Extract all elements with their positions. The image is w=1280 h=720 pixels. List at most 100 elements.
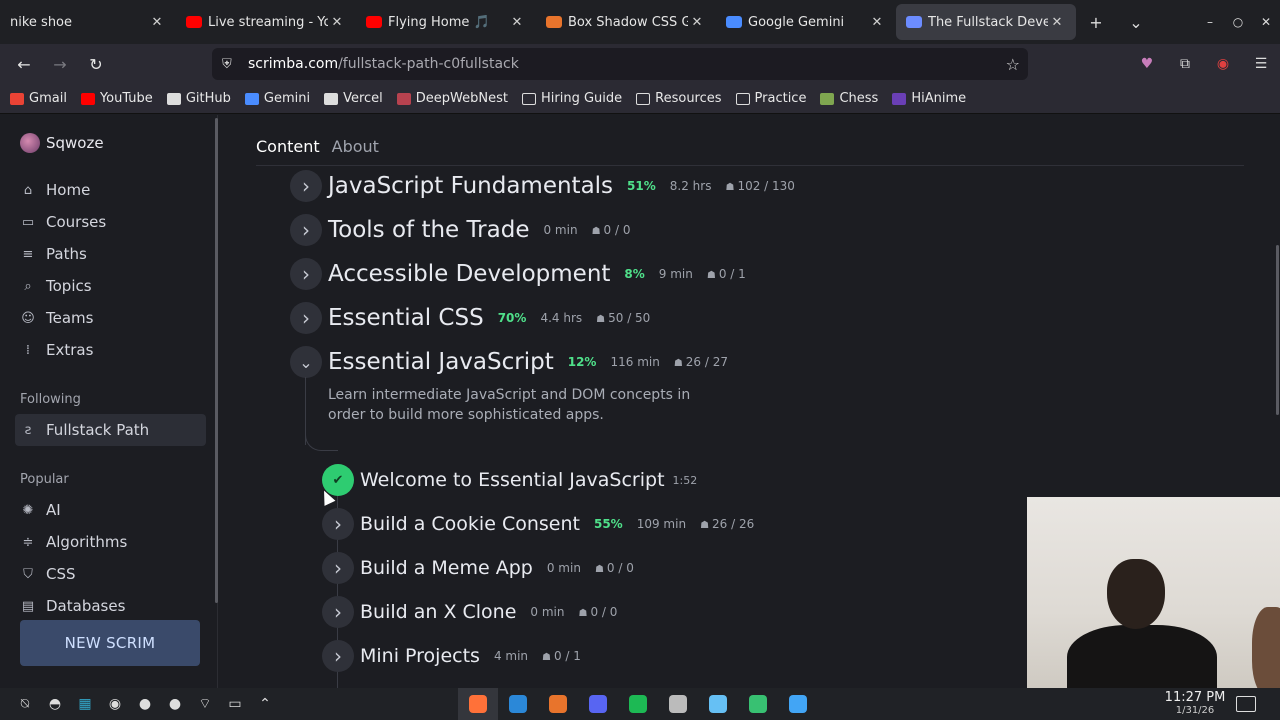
- tab-content[interactable]: Content: [256, 137, 320, 156]
- battery-icon[interactable]: ▭: [220, 696, 250, 712]
- sidebar-item-algorithms[interactable]: ≑ Algorithms: [20, 531, 128, 553]
- chevron-right-icon[interactable]: ›: [322, 596, 354, 628]
- sidebar-item-fullstack-path[interactable]: ƨ Fullstack Path: [20, 419, 150, 441]
- notification-center-icon[interactable]: [1236, 696, 1256, 712]
- new-scrim-button[interactable]: NEW SCRIM: [20, 620, 200, 666]
- chevron-down-icon[interactable]: ⌄: [290, 346, 322, 378]
- challenge-count: 0 / 0: [603, 223, 631, 237]
- browser-tab[interactable]: Box Shadow CSS Ge ✕: [536, 4, 716, 40]
- back-button[interactable]: ←: [6, 48, 42, 80]
- lesson-row[interactable]: › Build an X Clone 0 min ☗ 0 / 0: [322, 596, 617, 628]
- tray-dot-icon[interactable]: ●: [160, 696, 190, 712]
- clock[interactable]: 11:27 PM 1/31/26: [1160, 691, 1230, 717]
- taskbar-app[interactable]: [778, 688, 818, 720]
- url-bar[interactable]: ⛨ scrimba.com/fullstack-path-c0fullstack…: [212, 48, 1028, 80]
- sidebar-item-teams[interactable]: ☺ Teams: [20, 307, 93, 329]
- reload-button[interactable]: ↻: [78, 48, 114, 80]
- extensions-icon[interactable]: ⧉: [1166, 56, 1204, 72]
- ublock-icon[interactable]: ◉: [1204, 56, 1242, 72]
- tray-expand-icon[interactable]: ⌃: [250, 696, 280, 712]
- sidebar-item-topics[interactable]: ⌕ Topics: [20, 275, 91, 297]
- tab-close-icon[interactable]: ✕: [688, 15, 706, 30]
- sidebar-item-home[interactable]: ⌂ Home: [20, 179, 90, 201]
- browser-tab[interactable]: The Fullstack Devel ✕: [896, 4, 1076, 40]
- taskbar-app[interactable]: [458, 688, 498, 720]
- sidebar-item-databases[interactable]: ▤ Databases: [20, 595, 126, 617]
- module-row[interactable]: ⌄ Essential JavaScript 12% 116 min ☗ 26 / 27: [290, 346, 728, 378]
- app-tray-icon[interactable]: ▦: [70, 696, 100, 712]
- lesson-row[interactable]: › Build a Meme App 0 min ☗ 0 / 0: [322, 552, 634, 584]
- lesson-row[interactable]: › Build a Cookie Consent 55% 109 min ☗ 26 / 2…: [322, 508, 754, 540]
- algorithms-icon: ≑: [22, 534, 34, 550]
- sidebar-item-extras[interactable]: ⁞ Extras: [20, 339, 94, 361]
- bookmark-item[interactable]: Chess: [820, 91, 878, 106]
- minimize-icon[interactable]: –: [1196, 15, 1224, 29]
- challenge-icon: ☗: [700, 520, 710, 531]
- taskbar-app[interactable]: [698, 688, 738, 720]
- chevron-right-icon[interactable]: ›: [322, 640, 354, 672]
- module-row[interactable]: › JavaScript Fundamentals 51% 8.2 hrs ☗ 102 /…: [290, 170, 795, 202]
- steam-tray-icon[interactable]: ◉: [100, 696, 130, 712]
- forward-button[interactable]: →: [42, 48, 78, 80]
- tab-close-icon[interactable]: ✕: [328, 15, 346, 30]
- bookmark-item[interactable]: HiAnime: [892, 91, 966, 106]
- chevron-right-icon[interactable]: ›: [290, 214, 322, 246]
- bookmark-item[interactable]: Resources: [636, 91, 722, 106]
- module-row[interactable]: › Accessible Development 8% 9 min ☗ 0 / 1: [290, 258, 746, 290]
- bookmark-item[interactable]: Gmail: [10, 91, 67, 106]
- bookmark-item[interactable]: Vercel: [324, 91, 383, 106]
- extension-avatar-icon[interactable]: ♥: [1128, 56, 1166, 72]
- sidebar-item-paths[interactable]: ≡ Paths: [20, 243, 87, 265]
- bookmark-item[interactable]: Practice: [735, 91, 806, 106]
- tab-close-icon[interactable]: ✕: [1048, 15, 1066, 30]
- wifi-icon[interactable]: ⌔: [190, 695, 220, 713]
- bookmark-star-icon[interactable]: ☆: [1006, 55, 1020, 74]
- taskbar-app[interactable]: [578, 688, 618, 720]
- bookmark-item[interactable]: Gemini: [244, 91, 310, 106]
- chevron-right-icon[interactable]: ›: [290, 258, 322, 290]
- lesson-row[interactable]: › Mini Projects 4 min ☗ 0 / 1: [322, 640, 581, 672]
- bookmark-item[interactable]: GitHub: [166, 91, 231, 106]
- taskbar-app[interactable]: [658, 688, 698, 720]
- tab-list-button[interactable]: ⌄: [1116, 4, 1156, 40]
- browser-tab[interactable]: nike shoe ✕: [0, 4, 176, 40]
- browser-tab[interactable]: Live streaming - You ✕: [176, 4, 356, 40]
- tray-dot-icon[interactable]: ●: [130, 696, 160, 712]
- system-tray-left: ⍉ ◓ ▦ ◉ ● ● ⌔ ▭ ⌃: [10, 695, 280, 713]
- close-window-icon[interactable]: ✕: [1252, 15, 1280, 29]
- sidebar-item-css[interactable]: ⛉ CSS: [20, 563, 75, 585]
- chevron-right-icon[interactable]: ›: [322, 552, 354, 584]
- taskbar-app[interactable]: [738, 688, 778, 720]
- sidebar-item-courses[interactable]: ▭ Courses: [20, 211, 106, 233]
- shield-icon[interactable]: ⛨: [222, 57, 248, 72]
- new-tab-button[interactable]: +: [1076, 4, 1116, 40]
- chevron-right-icon[interactable]: ›: [290, 302, 322, 334]
- taskbar-app[interactable]: [618, 688, 658, 720]
- browser-tab[interactable]: Flying Home 🎵 ✕: [356, 4, 536, 40]
- tab-about[interactable]: About: [332, 137, 379, 156]
- menu-icon[interactable]: ☰: [1242, 56, 1280, 72]
- tab-close-icon[interactable]: ✕: [148, 15, 166, 30]
- module-row[interactable]: › Essential CSS 70% 4.4 hrs ☗ 50 / 50: [290, 302, 650, 334]
- browser-tab[interactable]: Google Gemini ✕: [716, 4, 896, 40]
- maximize-icon[interactable]: ○: [1224, 15, 1252, 29]
- bookmark-label: DeepWebNest: [415, 91, 508, 106]
- taskbar-app[interactable]: [498, 688, 538, 720]
- bookmark-item[interactable]: Hiring Guide: [521, 91, 622, 106]
- bookmark-item[interactable]: DeepWebNest: [396, 91, 508, 106]
- tab-close-icon[interactable]: ✕: [508, 15, 526, 30]
- taskbar-app[interactable]: [538, 688, 578, 720]
- chevron-right-icon[interactable]: ›: [322, 508, 354, 540]
- lesson-row[interactable]: ✔ Welcome to Essential JavaScript 1:52: [322, 464, 697, 496]
- discord-tray-icon[interactable]: ◓: [40, 696, 70, 712]
- sidebar-scrollbar[interactable]: [215, 118, 218, 603]
- sidebar-item-ai[interactable]: ✺ AI: [20, 499, 61, 521]
- tab-close-icon[interactable]: ✕: [868, 15, 886, 30]
- chevron-right-icon[interactable]: ›: [290, 170, 322, 202]
- main-scrollbar[interactable]: [1276, 245, 1279, 415]
- folder-icon: [521, 92, 536, 105]
- notifications-off-icon[interactable]: ⍉: [10, 696, 40, 712]
- bookmark-item[interactable]: YouTube: [80, 91, 153, 106]
- user-profile[interactable]: Sqwoze: [20, 133, 104, 153]
- module-row[interactable]: › Tools of the Trade 0 min ☗ 0 / 0: [290, 214, 630, 246]
